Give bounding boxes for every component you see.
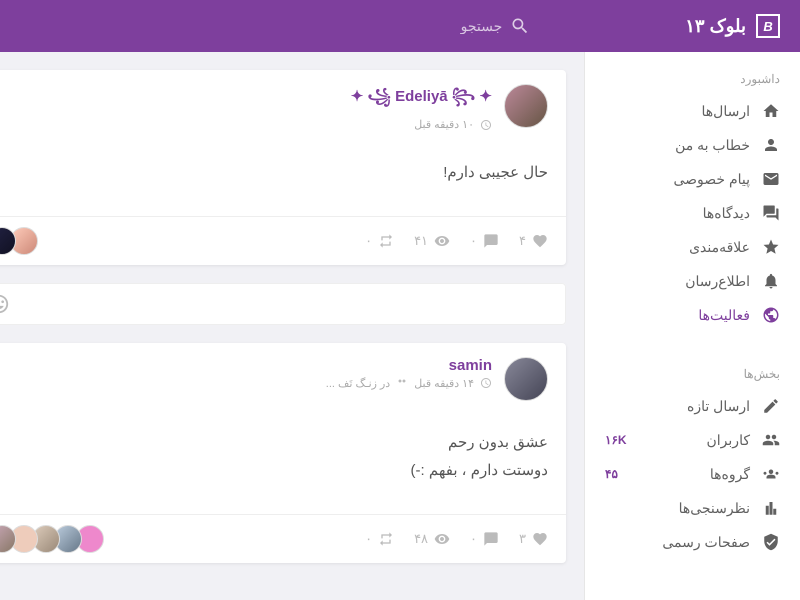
eye-icon bbox=[434, 531, 450, 547]
mail-icon bbox=[762, 170, 780, 188]
heart-icon bbox=[532, 531, 548, 547]
like-button[interactable]: ۴ bbox=[519, 233, 548, 249]
comment-button[interactable]: ۰ bbox=[470, 233, 499, 249]
group-small-icon bbox=[396, 377, 408, 389]
like-button[interactable]: ۳ bbox=[519, 531, 548, 547]
clock-icon bbox=[480, 119, 492, 131]
shield-icon bbox=[762, 533, 780, 551]
sidebar-item-polls[interactable]: نظرسنجی‌ها bbox=[585, 491, 800, 525]
comment-input-box[interactable] bbox=[0, 283, 566, 325]
sidebar-item-label: اطلاع‌رسان bbox=[685, 273, 750, 290]
clock-icon bbox=[480, 377, 492, 389]
sidebar-item-official[interactable]: صفحات رسمی bbox=[585, 525, 800, 559]
sidebar-item-notifications[interactable]: اطلاع‌رسان bbox=[585, 264, 800, 298]
sidebar: داشبورد ارسال‌ها خطاب به من پیام خصوصی د… bbox=[584, 52, 800, 600]
search-wrap bbox=[321, 16, 530, 36]
post-time: ۱۰ دقیقه قبل bbox=[414, 118, 474, 131]
sidebar-item-label: نظرسنجی‌ها bbox=[679, 500, 750, 517]
emoji-icon[interactable] bbox=[0, 293, 10, 315]
sidebar-item-activities[interactable]: فعالیت‌ها bbox=[585, 298, 800, 332]
repost-button[interactable]: ۰ bbox=[365, 233, 394, 249]
engagement-bar: ۴ ۰ ۴۱ ۰ bbox=[0, 216, 566, 265]
sidebar-item-label: ارسال‌ها bbox=[702, 103, 750, 120]
sidebar-badge: ۱۶K bbox=[605, 433, 627, 447]
views-count: ۴۸ bbox=[414, 531, 450, 547]
comment-button[interactable]: ۰ bbox=[470, 531, 499, 547]
eye-icon bbox=[434, 233, 450, 249]
sidebar-item-label: گروه‌ها bbox=[710, 466, 750, 483]
poll-icon bbox=[762, 499, 780, 517]
search-input[interactable] bbox=[321, 18, 502, 34]
sidebar-item-newpost[interactable]: ارسال تازه bbox=[585, 389, 800, 423]
avatar[interactable] bbox=[504, 84, 548, 128]
post-time: ۱۴ دقیقه قبل bbox=[414, 377, 474, 390]
post-location: در زنـگ تَف ... bbox=[326, 377, 390, 390]
sidebar-item-posts[interactable]: ارسال‌ها bbox=[585, 94, 800, 128]
sidebar-item-users[interactable]: کاربران ۱۶K bbox=[585, 423, 800, 457]
sidebar-group-dashboard: داشبورد bbox=[585, 67, 800, 94]
sidebar-item-mentions[interactable]: خطاب به من bbox=[585, 128, 800, 162]
heart-icon bbox=[532, 233, 548, 249]
comment-icon bbox=[483, 233, 499, 249]
home-icon bbox=[762, 102, 780, 120]
engagement-bar: ۳ ۰ ۴۸ ۰ bbox=[0, 514, 566, 563]
pencil-icon bbox=[762, 397, 780, 415]
star-icon bbox=[762, 238, 780, 256]
repost-icon bbox=[378, 531, 394, 547]
person-icon bbox=[762, 136, 780, 154]
sidebar-item-label: دیدگاه‌ها bbox=[703, 205, 750, 222]
repost-button[interactable]: ۰ bbox=[365, 531, 394, 547]
feed: ✦ ꧁ Edeliyā ꧂ ✦ ۱۰ دقیقه قبل حال عجیبی د… bbox=[0, 52, 584, 600]
globe-icon bbox=[762, 306, 780, 324]
sidebar-item-label: فعالیت‌ها bbox=[698, 307, 750, 324]
sidebar-group-sections: بخش‌ها bbox=[585, 362, 800, 389]
avatar[interactable] bbox=[504, 357, 548, 401]
group-icon bbox=[762, 465, 780, 483]
chat-icon bbox=[762, 204, 780, 222]
sidebar-item-comments[interactable]: دیدگاه‌ها bbox=[585, 196, 800, 230]
username-link[interactable]: samin bbox=[326, 357, 492, 374]
brand-title: بلوک ۱۳ bbox=[685, 16, 746, 37]
sidebar-item-label: پیام خصوصی bbox=[673, 171, 750, 188]
sidebar-item-label: خطاب به من bbox=[675, 137, 750, 154]
sidebar-item-label: ارسال تازه bbox=[687, 398, 750, 415]
people-icon bbox=[762, 431, 780, 449]
views-count: ۴۱ bbox=[414, 233, 450, 249]
sidebar-item-label: علاقه‌مندی bbox=[689, 239, 750, 256]
logo-icon: B bbox=[756, 14, 780, 38]
comment-icon bbox=[483, 531, 499, 547]
username-link[interactable]: ✦ ꧁ Edeliyā ꧂ ✦ bbox=[351, 84, 492, 115]
sidebar-item-label: صفحات رسمی bbox=[662, 534, 750, 551]
search-icon bbox=[510, 16, 530, 36]
sidebar-item-favorites[interactable]: علاقه‌مندی bbox=[585, 230, 800, 264]
sidebar-badge: ۴۵ bbox=[605, 467, 618, 481]
sidebar-item-label: کاربران bbox=[707, 432, 750, 449]
post-body: عشق بدون رحم دوستت دارم ، بفهم :-) bbox=[0, 409, 566, 514]
header: B بلوک ۱۳ bbox=[0, 0, 800, 52]
post: samin ۱۴ دقیقه قبل در زنـگ تَف ... عشق ب… bbox=[0, 343, 566, 563]
post: ✦ ꧁ Edeliyā ꧂ ✦ ۱۰ دقیقه قبل حال عجیبی د… bbox=[0, 70, 566, 265]
repost-icon bbox=[378, 233, 394, 249]
bell-icon bbox=[762, 272, 780, 290]
sidebar-item-groups[interactable]: گروه‌ها ۴۵ bbox=[585, 457, 800, 491]
sidebar-item-messages[interactable]: پیام خصوصی bbox=[585, 162, 800, 196]
post-body: حال عجیبی دارم! bbox=[0, 139, 566, 216]
